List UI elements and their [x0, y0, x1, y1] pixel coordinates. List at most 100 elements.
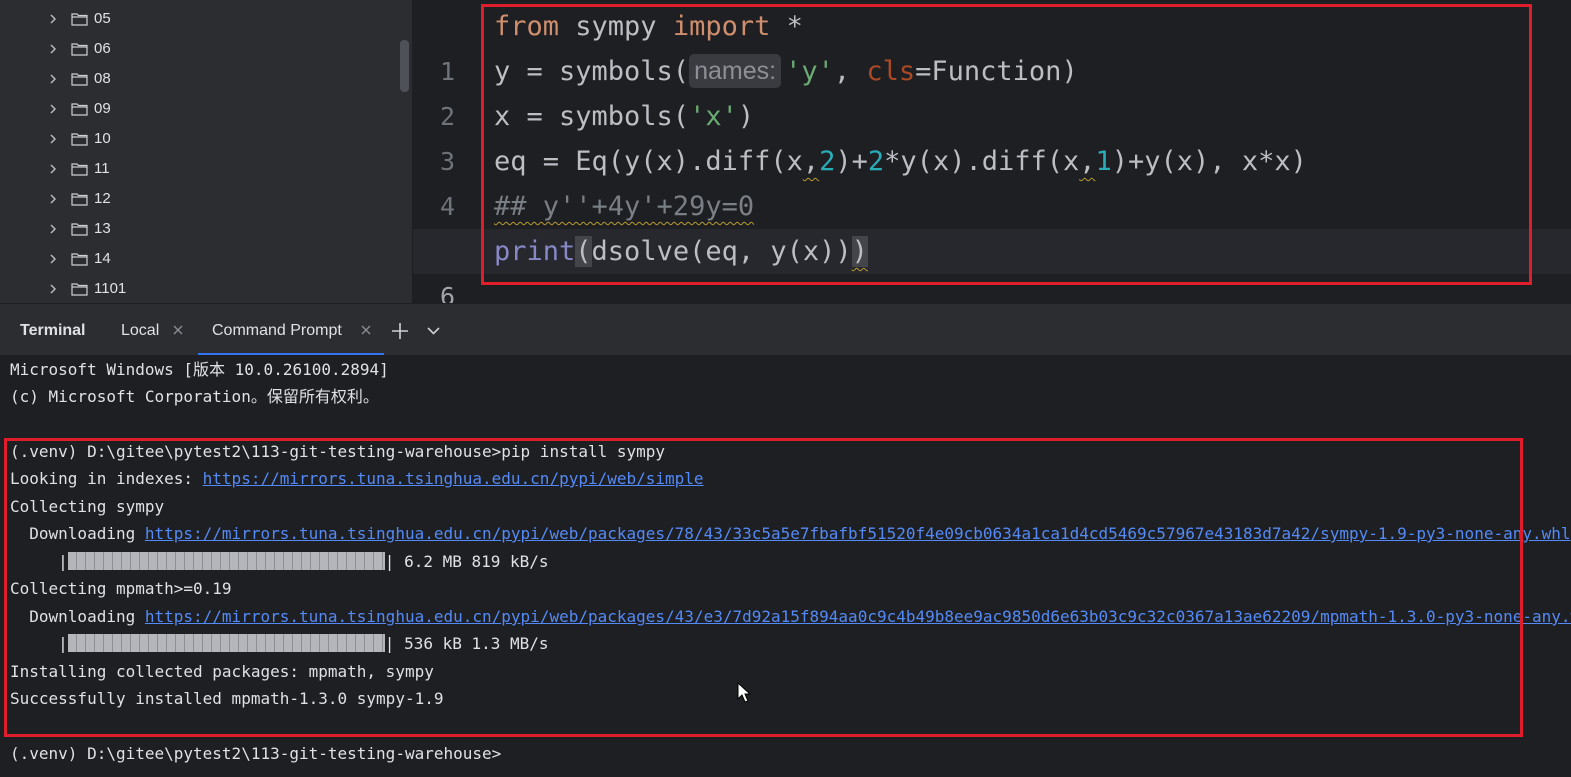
terminal-line: | | 536 kB 1.3 MB/s	[10, 633, 549, 655]
code-token: )	[835, 236, 852, 267]
chevron-right-icon[interactable]	[47, 43, 59, 55]
warning-comma: ,	[802, 146, 820, 177]
tree-item-label: 14	[94, 250, 111, 267]
tree-item-12[interactable]: 12	[0, 184, 400, 214]
matched-brace: (	[575, 236, 592, 267]
close-icon[interactable]	[173, 325, 183, 335]
code-text: x = symbols('x')	[494, 94, 754, 139]
code-text: from sympy import *	[494, 4, 803, 49]
code-token: )+y(x), x*x)	[1111, 146, 1307, 177]
folder-icon	[71, 133, 88, 146]
tree-item-label: 11	[94, 160, 110, 177]
terminal-text: |	[10, 552, 68, 571]
terminal-text: | 536 kB 1.3 MB/s	[384, 634, 549, 653]
code-token: y = symbols(	[494, 56, 690, 87]
folder-icon	[71, 193, 88, 206]
builtin-function: print	[494, 236, 576, 267]
code-line-3[interactable]: 3 x = symbols('x')	[413, 94, 1571, 176]
string-literal: 'y'	[785, 56, 834, 87]
tree-item-label: 08	[94, 70, 111, 87]
code-token: )	[737, 101, 755, 132]
mouse-cursor-icon	[737, 682, 751, 703]
code-token: *	[770, 11, 803, 42]
terminal-text: |	[10, 634, 68, 653]
terminal-line: (.venv) D:\gitee\pytest2\113-git-testing…	[10, 442, 666, 461]
chevron-down-icon[interactable]	[427, 325, 440, 337]
terminal-line: Collecting mpmath>=0.19	[10, 579, 232, 598]
code-line-6[interactable]: 6 print(dsolve(eq, y(x)))	[413, 229, 1571, 303]
tree-item-09[interactable]: 09	[0, 94, 400, 124]
terminal-line: Microsoft Windows [版本 10.0.26100.2894]	[10, 360, 389, 379]
code-text: eq = Eq(y(x).diff(x,2)+2*y(x).diff(x,1)+…	[494, 139, 1307, 184]
terminal-output[interactable]: Microsoft Windows [版本 10.0.26100.2894] (…	[0, 355, 1571, 777]
tab-local[interactable]: Local	[121, 322, 159, 340]
tree-item-14[interactable]: 14	[0, 244, 400, 274]
code-line-5[interactable]: 5 ## y''+4y'+29y=0	[413, 184, 1571, 266]
code-token: eq = Eq(y(x).diff(x	[494, 146, 803, 177]
code-text: y = symbols(names:'y', cls=Function)	[494, 49, 1078, 94]
code-line-4[interactable]: 4 eq = Eq(y(x).diff(x,2)+2*y(x).diff(x,1…	[413, 139, 1571, 221]
chevron-right-icon[interactable]	[47, 253, 59, 265]
tree-item-label: 12	[94, 190, 111, 207]
keyword: from	[494, 11, 560, 42]
chevron-right-icon[interactable]	[47, 283, 59, 295]
terminal-line: | | 6.2 MB 819 kB/s	[10, 551, 549, 573]
project-tree: 05 06 08 09 10 11 12 13 14 1101	[0, 0, 413, 303]
terminal-text: Looking in indexes:	[10, 469, 203, 488]
download-progress-bar	[67, 552, 385, 570]
terminal-line: Downloading https://mirrors.tuna.tsinghu…	[10, 523, 1571, 545]
tree-item-05[interactable]: 05	[0, 4, 400, 34]
tree-scrollbar[interactable]	[400, 40, 409, 92]
terminal-line: Successfully installed mpmath-1.3.0 symp…	[10, 689, 444, 708]
chevron-right-icon[interactable]	[47, 73, 59, 85]
number-literal: 1	[1095, 146, 1112, 177]
tool-window-title: Terminal	[20, 322, 86, 339]
chevron-right-icon[interactable]	[47, 133, 59, 145]
tree-item-11[interactable]: 11	[0, 154, 400, 184]
code-token: ,	[833, 56, 867, 87]
terminal-text: Downloading	[10, 607, 145, 626]
tree-item-08[interactable]: 08	[0, 64, 400, 94]
terminal-line: Collecting sympy	[10, 497, 165, 516]
terminal-text: | 6.2 MB 819 kB/s	[384, 552, 549, 571]
terminal-prompt[interactable]: (.venv) D:\gitee\pytest2\113-git-testing…	[10, 743, 501, 765]
tree-item-label: 10	[94, 130, 111, 147]
code-token: dsolve(eq, y(x)	[591, 236, 836, 267]
code-editor[interactable]: 1 from sympy import * 2 y = symbols(name…	[413, 0, 1571, 303]
tab-command-prompt[interactable]: Command Prompt	[212, 322, 342, 340]
chevron-right-icon[interactable]	[47, 193, 59, 205]
close-icon[interactable]	[361, 325, 371, 335]
plus-icon[interactable]	[391, 322, 409, 340]
tree-item-1101[interactable]: 1101	[0, 274, 400, 303]
folder-icon	[71, 73, 88, 86]
matched-brace: )	[851, 236, 868, 267]
folder-icon	[71, 103, 88, 116]
number-literal: 2	[819, 146, 836, 177]
tree-item-10[interactable]: 10	[0, 124, 400, 154]
chevron-right-icon[interactable]	[47, 163, 59, 175]
tree-item-label: 05	[94, 10, 111, 27]
code-text: print(dsolve(eq, y(x)))	[494, 229, 868, 274]
terminal-line: (c) Microsoft Corporation。保留所有权利。	[10, 387, 379, 406]
code-line-1[interactable]: 1 from sympy import *	[413, 4, 1571, 86]
code-text: ## y''+4y'+29y=0	[494, 184, 754, 229]
line-number: 6	[439, 282, 455, 303]
sympy-download-link[interactable]: https://mirrors.tuna.tsinghua.edu.cn/pyp…	[145, 524, 1571, 543]
tree-item-label: 13	[94, 220, 111, 237]
index-url-link[interactable]: https://mirrors.tuna.tsinghua.edu.cn/pyp…	[203, 469, 704, 488]
tree-item-13[interactable]: 13	[0, 214, 400, 244]
code-line-2[interactable]: 2 y = symbols(names:'y', cls=Function)	[413, 49, 1571, 131]
mpmath-download-link[interactable]: https://mirrors.tuna.tsinghua.edu.cn/pyp…	[145, 607, 1571, 626]
tree-item-06[interactable]: 06	[0, 34, 400, 64]
warning-comma: ,	[1079, 146, 1096, 177]
terminal-toolbar: Terminal Local Command Prompt	[0, 303, 1571, 356]
chevron-right-icon[interactable]	[47, 13, 59, 25]
keyword: import	[672, 11, 771, 42]
folder-icon	[71, 223, 88, 236]
folder-icon	[71, 13, 88, 26]
code-token: x = symbols(	[494, 101, 690, 132]
terminal-line: Looking in indexes: https://mirrors.tuna…	[10, 468, 704, 490]
chevron-right-icon[interactable]	[47, 103, 59, 115]
tree-item-label: 1101	[94, 280, 127, 297]
chevron-right-icon[interactable]	[47, 223, 59, 235]
